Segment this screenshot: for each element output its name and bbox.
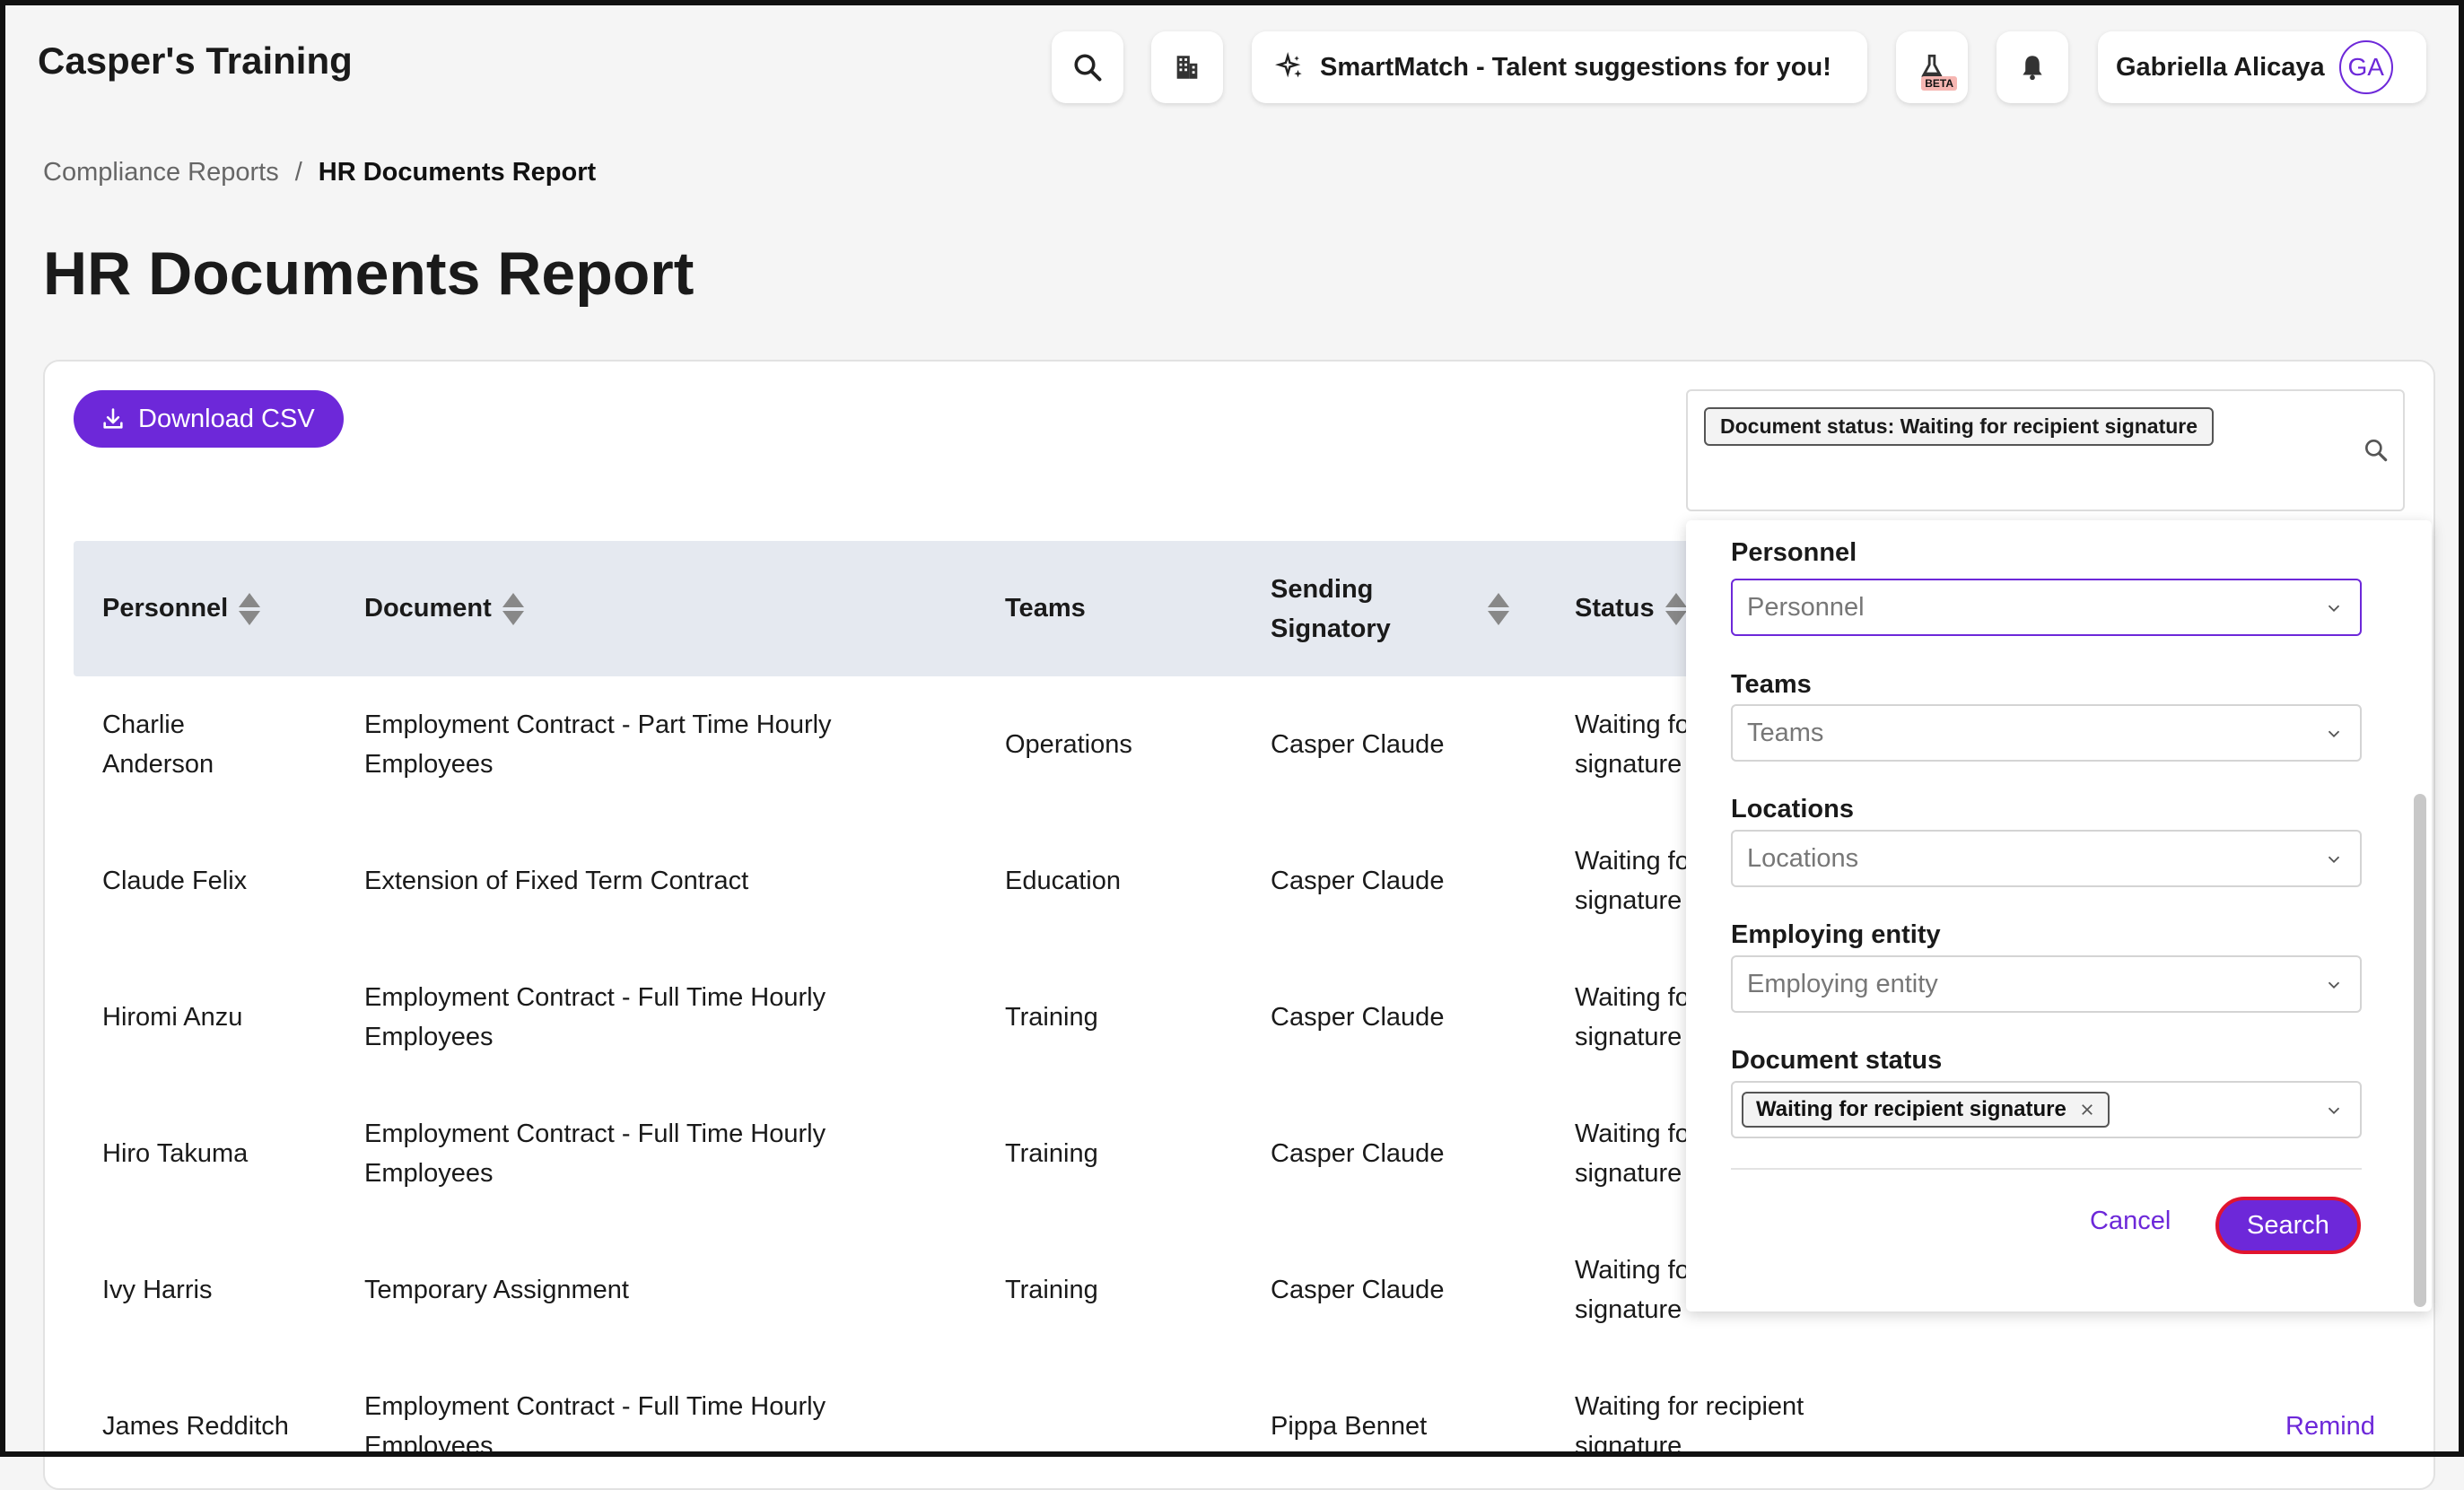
column-header-personnel[interactable]: Personnel (102, 541, 261, 676)
column-header-document[interactable]: Document (364, 541, 524, 676)
sort-icon[interactable] (502, 592, 524, 625)
smartmatch-label: SmartMatch - Talent suggestions for you! (1320, 52, 1831, 82)
cell-teams: Training (1005, 1276, 1098, 1304)
locations-placeholder: Locations (1747, 843, 1859, 873)
column-header-label: Sending (1271, 574, 1374, 604)
cell-document: Temporary Assignment (364, 1276, 629, 1304)
breadcrumb: Compliance Reports / HR Documents Report (43, 158, 596, 187)
teams-label: Teams (1731, 670, 1812, 699)
download-csv-label: Download CSV (138, 404, 315, 433)
active-filter-chip[interactable]: Document status: Waiting for recipient s… (1704, 407, 2215, 446)
cell-signatory: Casper Claude (1271, 730, 1445, 759)
cell-personnel: Claude Felix (102, 867, 248, 895)
download-icon (103, 408, 123, 429)
beta-features-button[interactable]: BETA (1896, 31, 1968, 103)
organization-button[interactable] (1151, 31, 1223, 103)
column-header-label: Document (364, 594, 492, 623)
close-icon[interactable] (2079, 1102, 2095, 1118)
search-button[interactable] (1052, 31, 1123, 103)
cell-personnel: Ivy Harris (102, 1276, 213, 1304)
avatar: GA (2338, 40, 2393, 94)
download-csv-button[interactable]: Download CSV (74, 390, 344, 448)
cell-status: Waiting for recipientsignature (1575, 1392, 1804, 1457)
employing-entity-label: Employing entity (1731, 920, 1941, 949)
cell-personnel: Hiro Takuma (102, 1139, 249, 1168)
column-header-label: Signatory (1271, 614, 1391, 643)
notifications-button[interactable] (1997, 31, 2068, 103)
cell-signatory: Casper Claude (1271, 1139, 1445, 1168)
column-header-label: Personnel (102, 594, 229, 623)
filter-search-box[interactable]: Document status: Waiting for recipient s… (1686, 389, 2405, 511)
sort-icon[interactable] (1665, 592, 1687, 625)
cell-teams: Education (1005, 867, 1121, 895)
user-menu-button[interactable]: Gabriella Alicaya GA (2098, 31, 2426, 103)
cell-teams: Operations (1005, 730, 1132, 759)
cell-document: Extension of Fixed Term Contract (364, 867, 749, 895)
smartmatch-button[interactable]: SmartMatch - Talent suggestions for you! (1252, 31, 1867, 103)
building-icon (1176, 56, 1198, 79)
sort-icon[interactable] (239, 592, 261, 625)
chevron-down-icon (2328, 605, 2340, 613)
cell-personnel: James Redditch (102, 1412, 289, 1441)
locations-label: Locations (1731, 795, 1854, 823)
chevron-down-icon (2328, 856, 2340, 864)
cell-teams: Training (1005, 1139, 1098, 1168)
chevron-down-icon (2328, 730, 2340, 738)
column-header-teams: Teams (1005, 541, 1086, 676)
column-header-label: Teams (1005, 594, 1086, 623)
status-chip: Waiting for recipient signature (1742, 1092, 2110, 1128)
document-status-select[interactable]: Waiting for recipient signature (1731, 1081, 2362, 1138)
cell-document: Employment Contract - Full Time Hourly Em… (364, 1392, 826, 1457)
table-row[interactable]: James Redditch Employment Contract - Ful… (74, 1358, 2407, 1457)
cell-signatory: Pippa Bennet (1271, 1412, 1428, 1441)
cancel-button[interactable]: Cancel (2090, 1207, 2171, 1236)
teams-select[interactable]: Teams (1731, 704, 2362, 762)
filter-panel: Personnel Personnel Teams Teams Location… (1686, 520, 2432, 1311)
column-header-status[interactable]: Status (1575, 541, 1687, 676)
remind-link[interactable]: Remind (2285, 1358, 2375, 1457)
column-header-label: Status (1575, 594, 1655, 623)
cell-personnel: Hiromi Anzu (102, 1003, 243, 1032)
cell-signatory: Casper Claude (1271, 867, 1445, 895)
chevron-down-icon (2328, 1107, 2340, 1115)
personnel-select[interactable]: Personnel (1731, 579, 2362, 636)
sort-icon[interactable] (1488, 592, 1509, 625)
panel-scrollbar[interactable] (2414, 794, 2426, 1307)
employing-entity-placeholder: Employing entity (1747, 969, 1938, 998)
personnel-placeholder: Personnel (1747, 592, 1865, 622)
search-icon (1074, 54, 1102, 82)
document-status-label: Document status (1731, 1046, 1943, 1075)
employing-entity-select[interactable]: Employing entity (1731, 955, 2362, 1013)
app-title: Casper's Training (38, 39, 353, 82)
teams-placeholder: Teams (1747, 718, 1824, 747)
cell-teams: Training (1005, 1003, 1098, 1032)
cell-personnel: Charlie Anderson (102, 710, 214, 779)
sparkle-icon (1275, 52, 1302, 78)
search-icon[interactable] (2362, 436, 2390, 465)
divider (1731, 1168, 2362, 1170)
locations-select[interactable]: Locations (1731, 830, 2362, 887)
cell-signatory: Casper Claude (1271, 1003, 1445, 1032)
cell-document: Employment Contract - Part Time Hourly Em… (364, 710, 832, 779)
search-submit-button[interactable]: Search (2215, 1197, 2361, 1254)
personnel-label: Personnel (1731, 538, 1857, 567)
beta-badge: BETA (1921, 76, 1957, 91)
status-chip-label: Waiting for recipient signature (1756, 1097, 2066, 1121)
cell-document: Employment Contract - Full Time Hourly Em… (364, 983, 826, 1051)
breadcrumb-compliance-reports[interactable]: Compliance Reports (43, 158, 279, 187)
page-title: HR Documents Report (43, 240, 695, 308)
breadcrumb-current: HR Documents Report (318, 158, 597, 187)
user-name: Gabriella Alicaya (2116, 52, 2325, 82)
chevron-down-icon (2328, 981, 2340, 989)
cell-signatory: Casper Claude (1271, 1276, 1445, 1304)
cell-document: Employment Contract - Full Time Hourly Em… (364, 1120, 826, 1188)
breadcrumb-separator: / (294, 158, 302, 187)
column-header-sending-signatory[interactable]: Sending Signatory (1271, 541, 1540, 676)
bell-icon (2023, 56, 2042, 81)
